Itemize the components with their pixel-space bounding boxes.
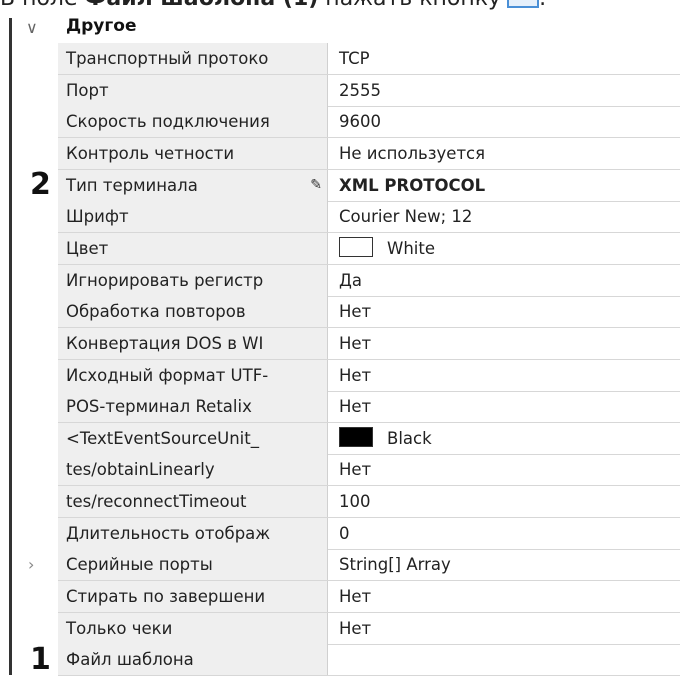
property-row[interactable]: Порт 2555	[58, 74, 680, 107]
property-name: Длительность отображ	[58, 517, 328, 549]
color-name: Black	[387, 428, 432, 448]
property-value[interactable]: Не используется	[329, 138, 680, 169]
property-name: tes/reconnectTimeout	[58, 486, 328, 518]
property-name: Стирать по завершени	[58, 581, 328, 613]
marker-1: 1	[30, 642, 51, 677]
property-name: Исходный формат UTF-	[58, 359, 328, 391]
pencil-icon[interactable]: ✎	[310, 170, 322, 201]
browse-button-icon	[507, 0, 540, 8]
property-name: Только чеки	[58, 612, 328, 644]
group-title: Другое	[66, 16, 137, 36]
property-value[interactable]: 2555	[329, 75, 680, 106]
property-name: Транспортный протоко	[58, 43, 328, 74]
property-value[interactable]: 9600	[329, 106, 680, 137]
property-name: Цвет	[58, 232, 328, 264]
instruction-marker: (1)	[275, 0, 318, 11]
property-value[interactable]: TCP	[329, 43, 680, 74]
property-name: Скорость подключения	[58, 106, 328, 138]
property-value[interactable]: Нет	[329, 581, 680, 612]
property-name: <TextEventSourceUnit_	[58, 422, 328, 454]
property-row[interactable]: Контроль четности Не используется	[58, 137, 680, 170]
property-row[interactable]: Цвет White	[58, 232, 680, 265]
instruction-prefix: В поле	[0, 0, 85, 11]
property-row[interactable]: <TextEventSourceUnit_ Black	[58, 422, 680, 455]
chevron-down-icon[interactable]: ∨	[26, 18, 38, 37]
property-row[interactable]: Игнорировать регистр Да	[58, 264, 680, 297]
property-value[interactable]: Нет	[329, 454, 680, 485]
property-row[interactable]: Конвертация DOS в WI Нет	[58, 327, 680, 360]
instruction-suffix: нажать кнопку	[318, 0, 501, 11]
property-row[interactable]: Скорость подключения 9600	[58, 106, 680, 139]
property-value[interactable]: String[] Array	[329, 549, 680, 580]
property-name: Тип терминала	[58, 169, 328, 201]
property-value[interactable]	[329, 644, 680, 675]
property-value[interactable]: White	[329, 233, 680, 264]
property-value[interactable]: Нет	[329, 328, 680, 359]
color-swatch-icon	[339, 237, 373, 258]
property-row[interactable]: Шрифт Courier New; 12	[58, 201, 680, 234]
property-row[interactable]: Длительность отображ 0	[58, 517, 680, 550]
property-row[interactable]: Стирать по завершени Нет	[58, 581, 680, 614]
marker-2: 2	[30, 167, 51, 202]
instruction-text: В поле Файл шаблона (1) нажать кнопку.	[0, 0, 546, 11]
property-name: Шрифт	[58, 201, 328, 233]
property-value[interactable]: Black	[329, 423, 680, 454]
property-row[interactable]: POS-терминал Retalix Нет	[58, 391, 680, 424]
instruction-field: Файл шаблона	[85, 0, 276, 11]
property-name: POS-терминал Retalix	[58, 391, 328, 423]
property-name: Контроль четности	[58, 137, 328, 169]
instruction-end: .	[539, 0, 546, 11]
property-row[interactable]: Исходный формат UTF- Нет	[58, 359, 680, 392]
property-value[interactable]: 100	[329, 486, 680, 517]
property-name: Файл шаблона	[58, 644, 328, 676]
property-row[interactable]: tes/reconnectTimeout 100	[58, 486, 680, 519]
color-name: White	[387, 238, 435, 258]
property-name: tes/obtainLinearly	[58, 454, 328, 486]
property-row[interactable]: Обработка повторов Нет	[58, 296, 680, 329]
property-row[interactable]: Только чеки Нет	[58, 612, 680, 645]
property-name: Конвертация DOS в WI	[58, 327, 328, 359]
property-row[interactable]: Тип терминала XML PROTOCOL ✎	[58, 169, 680, 202]
property-value[interactable]: Нет	[329, 391, 680, 422]
property-value[interactable]: Нет	[329, 360, 680, 391]
chevron-right-icon[interactable]: ›	[28, 549, 34, 580]
property-row[interactable]: tes/obtainLinearly Нет	[58, 454, 680, 487]
property-row[interactable]: Транспортный протоко TCP	[58, 43, 680, 75]
property-value[interactable]: Да	[329, 265, 680, 296]
property-value[interactable]: Нет	[329, 296, 680, 327]
property-name: Игнорировать регистр	[58, 264, 328, 296]
color-swatch-icon	[339, 427, 373, 448]
property-row[interactable]: Файл шаблона	[58, 644, 680, 677]
property-row[interactable]: Серийные порты String[] Array ›	[28, 549, 680, 582]
property-value[interactable]: 0	[329, 518, 680, 549]
property-name: Порт	[58, 74, 328, 106]
property-value[interactable]: XML PROTOCOL	[329, 170, 680, 201]
property-name: Обработка повторов	[58, 296, 328, 328]
property-value[interactable]: Нет	[329, 613, 680, 644]
left-divider	[9, 18, 12, 675]
property-value[interactable]: Courier New; 12	[329, 201, 680, 232]
property-name: Серийные порты	[58, 549, 328, 581]
